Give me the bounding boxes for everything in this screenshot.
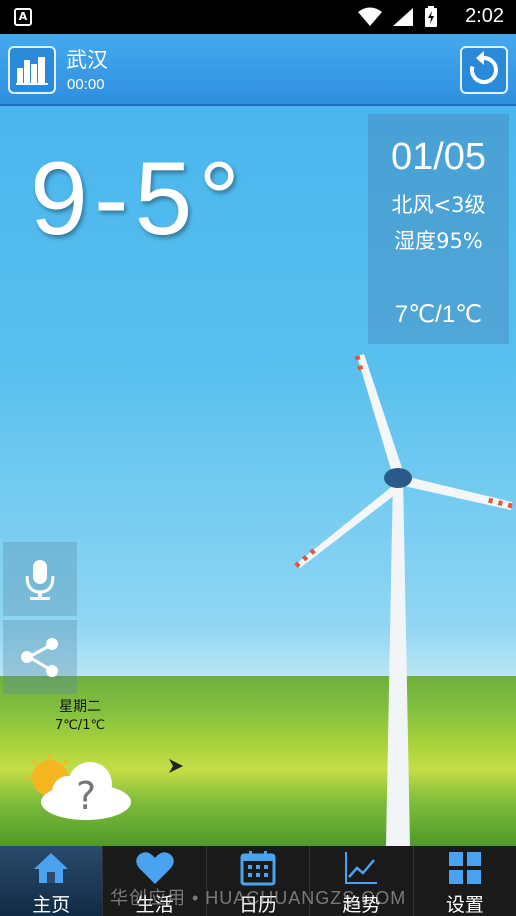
- wind-label: 北风<3级: [391, 193, 486, 217]
- system-icons: [358, 6, 438, 28]
- forecast-day: 星期二: [59, 699, 101, 715]
- nav-label-trend: 趋势: [342, 894, 381, 916]
- heart-icon: [135, 852, 174, 884]
- temperature-range: 9-5°: [30, 141, 246, 257]
- bottom-navigation: 主页 生活 日历 趋势 设置: [0, 846, 516, 916]
- city-select-button[interactable]: [8, 46, 56, 94]
- calendar-icon: [240, 851, 276, 886]
- status-time: 2:02: [465, 5, 504, 27]
- trend-chart-icon: [345, 852, 378, 884]
- refresh-icon: [470, 51, 498, 84]
- header-bar: 武汉 00:00: [0, 34, 516, 106]
- share-icon: [21, 638, 58, 677]
- weather-background: 9-5° 01/05 北风<3级 湿度95% 7℃/1℃ 星期二 7℃/1℃ ?: [0, 106, 516, 846]
- nav-item-calendar[interactable]: 日历: [207, 846, 311, 916]
- city-buildings-icon: [16, 57, 48, 85]
- grid-icon: [448, 852, 481, 884]
- nav-item-home[interactable]: 主页: [0, 846, 104, 916]
- svg-text:?: ?: [76, 774, 96, 818]
- forecast-temp: 7℃/1℃: [54, 718, 106, 733]
- signal-icon: [393, 8, 413, 26]
- wifi-icon: [358, 7, 382, 26]
- status-bar: A 2:02: [0, 0, 516, 34]
- date-label: 01/05: [390, 136, 487, 178]
- nav-label-home: 主页: [32, 894, 71, 916]
- voice-button[interactable]: [3, 542, 77, 616]
- nav-label-calendar: 日历: [239, 894, 278, 916]
- humidity-label: 湿度95%: [394, 229, 483, 253]
- nav-item-trend[interactable]: 趋势: [310, 846, 414, 916]
- share-button[interactable]: [3, 620, 77, 694]
- city-name[interactable]: 武汉: [66, 44, 108, 74]
- update-time: 00:00: [67, 76, 105, 93]
- refresh-button[interactable]: [460, 46, 508, 94]
- nav-item-settings[interactable]: 设置: [414, 846, 516, 916]
- home-icon: [34, 853, 69, 883]
- nav-label-settings: 设置: [445, 894, 484, 916]
- microphone-icon: [25, 560, 55, 600]
- partly-cloudy-unknown-icon: ?: [26, 754, 131, 820]
- weather-info-panel: 01/05 北风<3级 湿度95% 7℃/1℃: [368, 114, 509, 344]
- wind-direction-arrow-icon: [169, 759, 183, 773]
- battery-charging-icon: [425, 6, 437, 27]
- nav-item-life[interactable]: 生活: [103, 846, 207, 916]
- today-temp-label: 7℃/1℃: [394, 301, 483, 328]
- app-notification-icon: A: [14, 8, 32, 26]
- nav-label-life: 生活: [135, 894, 174, 916]
